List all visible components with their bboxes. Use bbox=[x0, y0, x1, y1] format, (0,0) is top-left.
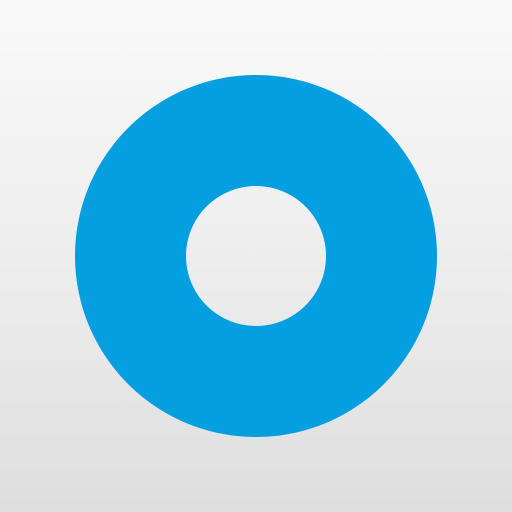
app-icon-canvas bbox=[0, 0, 512, 512]
ring-icon bbox=[75, 75, 437, 437]
ring-shape bbox=[75, 75, 437, 437]
